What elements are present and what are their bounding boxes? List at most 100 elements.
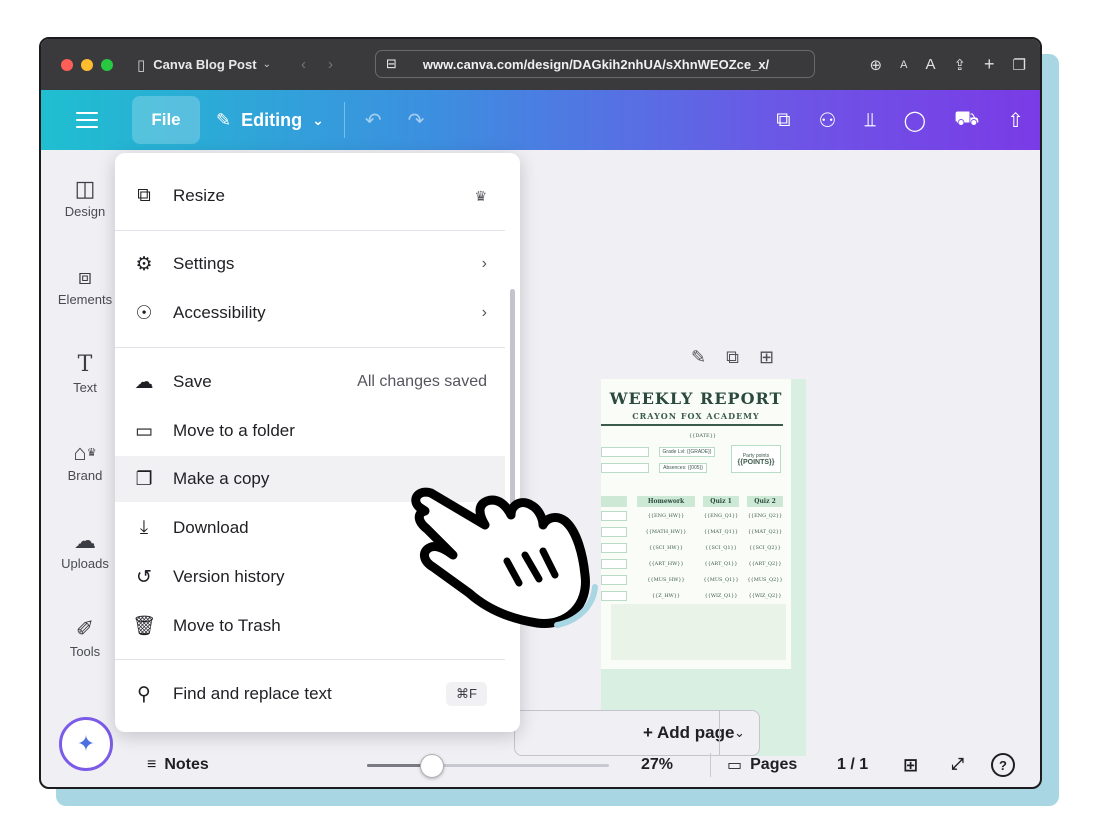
tabs-overview-icon[interactable]: ❐ — [1013, 56, 1026, 74]
report-cell: {{ENG_Q1}} — [703, 513, 739, 519]
close-window-button[interactable] — [61, 58, 73, 71]
download-indicator-icon[interactable]: ⊕ — [870, 56, 883, 74]
chevron-right-icon: › — [481, 255, 487, 272]
magic-assistant-button[interactable]: ✦ — [59, 717, 113, 771]
add-page-icon[interactable]: ⊞ — [759, 347, 774, 368]
menu-item-label: Resize — [173, 186, 225, 205]
bottom-bar: ≡ Notes 27% ▭ Pages 1 / 1 ⊞ ⤢ ? — [129, 741, 1040, 787]
share-people-icon[interactable]: ⚇ — [818, 108, 836, 133]
grade-box: Grade Lvl: {{GRADE}} — [659, 447, 715, 457]
browser-right-icons: ⊕ A A ⇪ + ❐ — [870, 39, 1026, 90]
menu-item-resize[interactable]: ⧉ Resize ♛ — [115, 173, 505, 219]
editing-label: Editing — [241, 109, 303, 130]
report-cell: {{SCI_HW}} — [649, 545, 683, 551]
new-tab-icon[interactable]: + — [984, 54, 995, 75]
trash-icon: 🗑 — [131, 616, 157, 637]
report-cell: {{Z_HW}} — [651, 593, 681, 599]
file-menu-button[interactable]: File — [132, 96, 200, 144]
chart-icon[interactable]: ⫫ — [864, 109, 875, 132]
report-cell: {{ENG_HW}} — [647, 513, 685, 519]
menu-item-label: Move to a folder — [173, 421, 295, 440]
truck-icon[interactable]: ⛟ — [954, 108, 979, 133]
crown-icon: ♛ — [86, 447, 97, 459]
duplicate-page-icon[interactable]: ⧉ — [726, 347, 739, 368]
report-cell: {{MAT_Q2}} — [747, 529, 783, 535]
copy-icon: ❐ — [135, 468, 153, 490]
menu-item-save[interactable]: ☁ Save All changes saved — [115, 359, 505, 405]
menu-item-find-replace[interactable]: ⚲ Find and replace text ⌘F — [115, 671, 505, 717]
page-tools: ✎ ⧉ ⊞ — [691, 347, 774, 368]
pages-button[interactable]: ▭ Pages — [727, 755, 797, 775]
chevron-down-icon: ⌄ — [312, 111, 324, 128]
menu-item-label: Accessibility — [173, 303, 266, 322]
traffic-lights — [61, 58, 113, 71]
sidebar-toggle-icon[interactable]: ▯ — [137, 56, 145, 74]
tab-title[interactable]: Canva Blog Post — [153, 57, 256, 72]
hamburger-icon[interactable] — [76, 112, 98, 128]
comment-icon[interactable]: ◯ — [904, 108, 926, 133]
toolbar-divider — [343, 102, 345, 138]
pages-label: Pages — [750, 756, 798, 773]
notes-icon: ≡ — [147, 756, 157, 773]
undo-icon[interactable]: ↶ — [365, 108, 382, 133]
download-icon: ⤓ — [139, 517, 149, 538]
comments-box — [611, 604, 786, 660]
minimize-window-button[interactable] — [81, 58, 93, 71]
fullscreen-icon[interactable]: ⤢ — [951, 756, 964, 774]
accessibility-icon: ☉ — [135, 302, 153, 324]
menu-item-label: Find and replace text — [173, 684, 332, 703]
share-icon[interactable]: ⇪ — [953, 56, 966, 74]
help-icon[interactable]: ? — [991, 753, 1015, 777]
bottom-divider — [710, 753, 711, 777]
grid-view-icon[interactable]: ⊞ — [903, 755, 918, 776]
gear-icon: ⚙ — [135, 253, 153, 275]
sparkle-icon: ✦ — [76, 731, 96, 756]
crown-icon: ♛ — [474, 187, 487, 204]
quiz1-header: Quiz 1 — [703, 496, 739, 507]
points-value: {{POINTS}} — [737, 458, 775, 466]
text-smaller-icon[interactable]: A — [900, 59, 907, 71]
zoom-window-button[interactable] — [101, 58, 113, 71]
back-icon[interactable]: ‹ — [301, 56, 306, 73]
editing-mode-button[interactable]: ✎ Editing ⌄ — [216, 110, 324, 131]
title-rule — [601, 424, 783, 426]
redo-icon[interactable]: ↷ — [408, 108, 425, 133]
menu-divider — [115, 230, 505, 231]
report-cell: {{MUS_Q2}} — [747, 577, 783, 583]
forward-icon[interactable]: › — [328, 56, 333, 73]
zoom-level[interactable]: 27% — [641, 756, 673, 774]
menu-item-accessibility[interactable]: ☉ Accessibility › — [115, 290, 505, 336]
site-settings-icon[interactable]: ⊟ — [386, 56, 397, 72]
report-cell: {{MAT_Q1}} — [703, 529, 739, 535]
report-cell: {{ART_Q2}} — [748, 561, 782, 567]
text-larger-icon[interactable]: A — [925, 56, 935, 73]
report-sheet: WEEKLY REPORT CRAYON FOX ACADEMY {{DATE}… — [601, 379, 791, 669]
resize-icon: ⧉ — [137, 185, 151, 206]
pages-icon: ▭ — [727, 757, 743, 774]
menu-item-move-folder[interactable]: ▭ Move to a folder — [115, 408, 505, 454]
zoom-slider[interactable] — [367, 754, 609, 778]
report-cell: {{WIZ_Q1}} — [704, 593, 738, 599]
editor-toolbar: File ✎ Editing ⌄ ↶ ↷ ⧉ ⚇ ⫫ ◯ ⛟ ⇧ — [41, 90, 1040, 150]
find-shortcut: ⌘F — [446, 682, 487, 706]
menu-item-settings[interactable]: ⚙ Settings › — [115, 241, 505, 287]
chevron-down-icon[interactable]: ⌄ — [263, 59, 271, 70]
menu-divider — [115, 347, 505, 348]
toolbar-actions: ⧉ ⚇ ⫫ ◯ ⛟ ⇧ — [776, 90, 1024, 150]
zoom-slider-handle[interactable] — [420, 754, 444, 778]
name-box — [601, 447, 649, 457]
menu-item-label: Settings — [173, 254, 235, 273]
undo-redo-group: ↶ ↷ — [365, 108, 425, 133]
search-icon: ⚲ — [137, 683, 151, 705]
design-page[interactable]: WEEKLY REPORT CRAYON FOX ACADEMY {{DATE}… — [601, 379, 806, 756]
report-cell: {{MUS_HW}} — [647, 577, 685, 583]
notes-label: Notes — [164, 756, 209, 773]
upload-icon[interactable]: ⇧ — [1007, 108, 1024, 133]
file-menu: ⧉ Resize ♛ ⚙ Settings › ☉ Accessibility … — [115, 153, 520, 732]
notes-button[interactable]: ≡ Notes — [147, 756, 209, 774]
resize-icon[interactable]: ⧉ — [776, 109, 790, 132]
address-bar[interactable]: ⊟ www.canva.com/design/DAGkih2nhUA/sXhnW… — [375, 50, 815, 78]
cloud-check-icon: ☁ — [134, 371, 154, 393]
report-cell: {{MUS_Q1}} — [703, 577, 739, 583]
edit-page-icon[interactable]: ✎ — [691, 347, 706, 368]
